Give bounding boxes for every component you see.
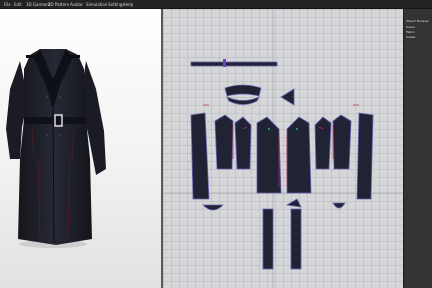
coat-button — [45, 133, 49, 137]
pattern-tab[interactable] — [285, 198, 302, 208]
pattern-sleeve-left-outer[interactable] — [214, 114, 234, 170]
menu-help[interactable]: Help — [124, 2, 133, 7]
pattern-pocket-flap-right[interactable] — [332, 202, 346, 209]
pattern-sleeve-right-outer[interactable] — [332, 114, 352, 170]
pattern-lower-right[interactable] — [290, 208, 302, 270]
pattern-canvas — [163, 9, 403, 288]
pattern-sleeve-left-inner[interactable] — [234, 116, 252, 170]
pattern-back-left[interactable] — [190, 112, 210, 200]
pattern-back-right[interactable] — [356, 112, 374, 200]
menu-settings[interactable]: Settings — [108, 2, 124, 7]
menu-avatar[interactable]: Avatar — [70, 2, 83, 7]
panel-item-avatar[interactable]: Avatar — [406, 35, 416, 39]
pattern-collar-stand[interactable] — [226, 96, 260, 105]
2d-pattern-window[interactable] — [163, 9, 403, 288]
menu-2d-pattern[interactable]: 2D Pattern — [48, 2, 69, 7]
pattern-small-piece[interactable] — [280, 88, 295, 106]
pattern-belt[interactable] — [190, 61, 278, 67]
pattern-collar[interactable] — [224, 84, 262, 97]
panel-title: Object Browser — [406, 19, 429, 23]
pattern-pocket-flap-left[interactable] — [202, 204, 224, 211]
3d-viewport[interactable] — [0, 9, 161, 288]
menu-edit[interactable]: Edit — [14, 2, 22, 7]
menu-file[interactable]: File — [4, 2, 11, 7]
menu-bar: File Edit 3D Garment 2D Pattern Avatar S… — [0, 0, 432, 9]
panel-item-fabric[interactable]: Fabric — [406, 30, 415, 34]
panel-item-scene[interactable]: Scene — [406, 25, 415, 29]
pattern-lower-left[interactable] — [262, 208, 274, 270]
coat-button — [45, 95, 49, 99]
right-epaulette — [68, 55, 80, 58]
menu-3d-garment[interactable]: 3D Garment — [26, 2, 50, 7]
object-browser-panel: Object Browser Scene Fabric Avatar — [403, 9, 432, 288]
coat-button — [58, 133, 62, 137]
pattern-sleeve-right-inner[interactable] — [314, 116, 332, 170]
belt-handle[interactable] — [223, 59, 226, 67]
menu-simulation[interactable]: Simulation — [86, 2, 107, 7]
coat-button — [58, 95, 62, 99]
left-epaulette — [26, 55, 38, 58]
pattern-front-right[interactable] — [286, 116, 312, 194]
3d-garment-render — [6, 49, 106, 248]
